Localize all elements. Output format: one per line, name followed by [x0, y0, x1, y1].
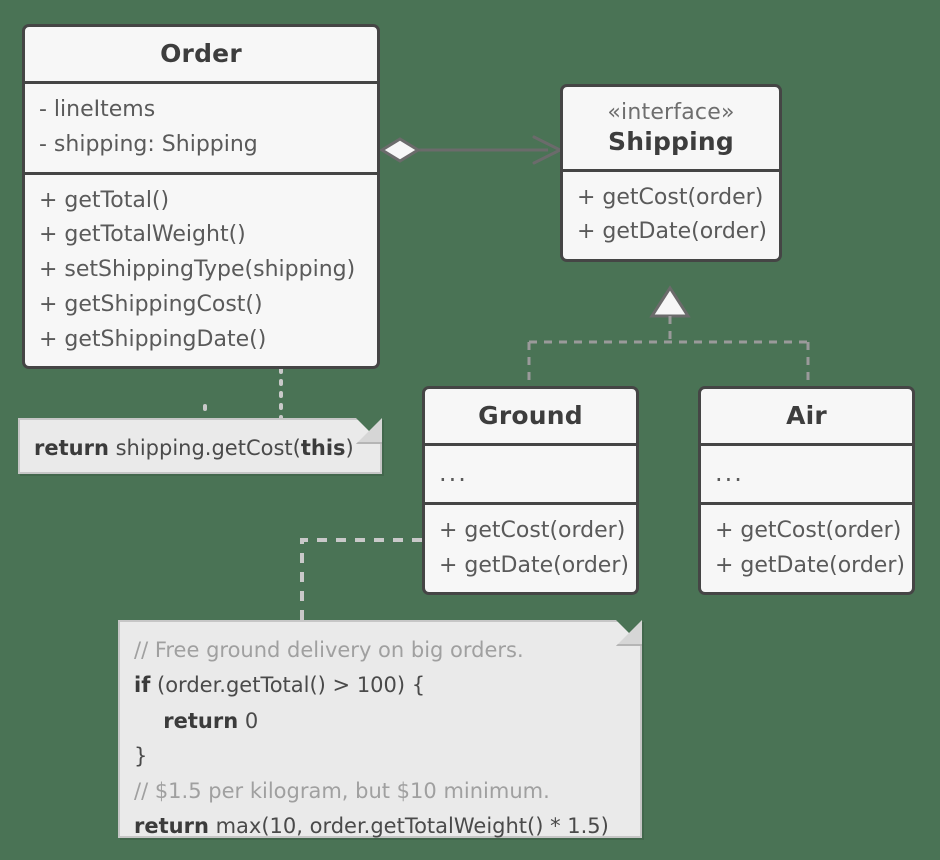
note-code-token: // $1.5 per kilogram, but $10 minimum. — [134, 779, 550, 804]
note-code-token: return — [134, 708, 239, 733]
method-row: + getShippingCost() — [39, 291, 263, 317]
attribute-row: - shipping: Shipping — [39, 131, 258, 157]
class-attributes-air: ... — [701, 443, 912, 502]
method-row: + getTotal() — [39, 187, 170, 213]
note-code-token: (order.getTotal() > 100) { — [150, 673, 426, 698]
class-box-shipping[interactable]: «interface» Shipping + getCost(order) + … — [560, 84, 782, 262]
method-row: + getDate(order) — [439, 552, 629, 578]
class-methods-shipping: + getCost(order) + getDate(order) — [563, 168, 779, 260]
class-attributes-ground: ... — [425, 443, 636, 502]
class-title-shipping: «interface» Shipping — [563, 87, 779, 169]
method-row: + getCost(order) — [439, 517, 626, 543]
method-row: + getDate(order) — [715, 552, 905, 578]
class-stereotype-shipping: «interface» — [607, 100, 735, 125]
inheritance-triangle-icon — [649, 285, 691, 318]
note-ground-cost[interactable]: // Free ground delivery on big orders. if… — [118, 620, 642, 838]
note-code-token: return — [134, 814, 209, 839]
uml-diagram-canvas: Order - lineItems - shipping: Shipping +… — [0, 0, 940, 860]
class-title-ground: Ground — [478, 401, 583, 430]
method-row: + getCost(order) — [577, 184, 764, 210]
method-row: + getShippingDate() — [39, 326, 267, 352]
note-code-token: } — [134, 743, 148, 768]
class-box-air[interactable]: Air ... + getCost(order) + getDate(order… — [698, 386, 915, 596]
note-code-line: // $1.5 per kilogram, but $10 minimum. — [134, 774, 626, 809]
attribute-row: ... — [439, 459, 468, 487]
note-code-token: max(10, order.getTotalWeight() * 1.5) — [208, 814, 609, 839]
class-name-shipping: Shipping — [607, 126, 735, 156]
method-row: + getTotalWeight() — [39, 222, 246, 248]
note-code-line: // Free ground delivery on big orders. — [134, 633, 626, 668]
note-code-token: // Free ground delivery on big orders. — [134, 638, 524, 662]
method-row: + setShippingType(shipping) — [39, 257, 356, 282]
note-code-line: return 0 — [134, 704, 626, 739]
class-title-air: Air — [786, 401, 827, 430]
method-row: + getDate(order) — [577, 219, 767, 245]
note-code-token: this — [300, 436, 346, 460]
note-code-line: if (order.getTotal() > 100) { — [134, 668, 626, 703]
class-title-order: Order — [160, 39, 242, 68]
class-attributes-order: - lineItems - shipping: Shipping — [25, 81, 377, 172]
open-arrow-icon — [532, 135, 562, 165]
note-code-token: ) — [345, 436, 354, 460]
class-methods-ground: + getCost(order) + getDate(order) — [425, 501, 636, 592]
note-code-line: } — [134, 739, 626, 774]
class-methods-air: + getCost(order) + getDate(order) — [701, 501, 912, 592]
class-box-ground[interactable]: Ground ... + getCost(order) + getDate(or… — [422, 386, 639, 596]
note-code-token: 0 — [238, 708, 259, 733]
aggregation-diamond-icon — [379, 137, 421, 163]
note-code-line: return max(10, order.getTotalWeight() * … — [134, 809, 626, 844]
attribute-row: - lineItems — [39, 97, 156, 122]
note-code-token: return — [34, 436, 109, 460]
class-methods-order: + getTotal() + getTotalWeight() + setShi… — [25, 171, 377, 367]
note-code-token: if — [134, 673, 151, 698]
note-order-cost[interactable]: return shipping.getCost(this) — [18, 418, 382, 474]
method-row: + getCost(order) — [715, 517, 902, 543]
class-box-order[interactable]: Order - lineItems - shipping: Shipping +… — [22, 24, 380, 370]
connector-realization-tree — [527, 285, 810, 388]
connector-order-aggregates-shipping — [379, 135, 562, 165]
connector-ground-note — [300, 538, 422, 620]
note-code-line: return shipping.getCost(this) — [34, 431, 366, 466]
attribute-row: ... — [715, 459, 744, 487]
note-code-token: shipping.getCost( — [108, 436, 301, 460]
